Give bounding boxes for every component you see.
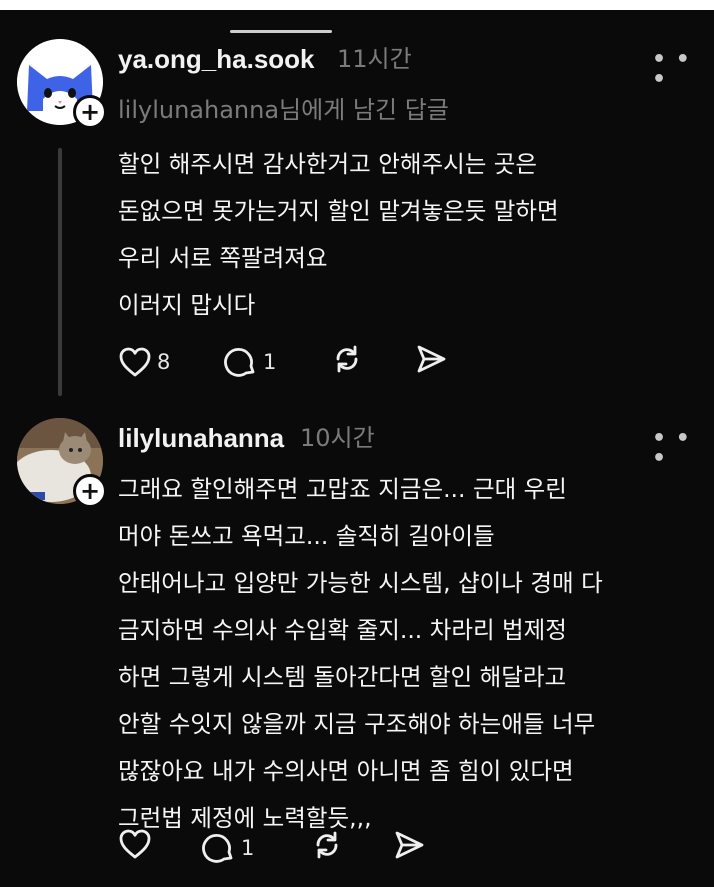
- share-button[interactable]: [392, 828, 426, 862]
- comment-count: 1: [263, 350, 277, 374]
- share-button[interactable]: [414, 342, 448, 376]
- follow-plus-icon[interactable]: +: [73, 95, 107, 129]
- repost-button[interactable]: [310, 828, 344, 862]
- username[interactable]: ya.ong_ha.sook: [118, 42, 315, 76]
- text-line: 돈없으면 못가는거지 할인 맡겨놓은듯 말하면: [118, 197, 559, 225]
- text-line: 하면 그렇게 시스템 돌아간다면 할인 해달라고: [118, 663, 567, 691]
- text-line: 우리 서로 쪽팔려져요: [118, 244, 328, 272]
- text-line: 할인 해주시면 감사한거고 안해주시는 곳은: [118, 150, 538, 178]
- like-button[interactable]: 8: [118, 342, 170, 382]
- timestamp: 11시간: [337, 45, 412, 73]
- text-line: 안할 수잇지 않을까 지금 구조해야 하는애들 너무: [118, 710, 596, 738]
- heart-icon: [119, 347, 151, 377]
- username[interactable]: lilylunahanna: [118, 421, 284, 455]
- comment-count: 1: [241, 836, 255, 860]
- repost-icon: [336, 345, 358, 373]
- repost-icon: [316, 831, 338, 859]
- reply-body: 그래요 할인해주면 고맙죠 지금은... 근대 우린 머야 돈쓰고 욕먹고...…: [118, 466, 603, 842]
- text-line: 안태어나고 입양만 가능한 시스템, 샵이나 경매 다: [118, 569, 603, 597]
- text-line: 이러지 맙시다: [118, 291, 256, 319]
- text-line: 머야 돈쓰고 욕먹고... 솔직히 길아이들: [118, 522, 495, 550]
- text-line: 금지하면 수의사 수입확 줄지... 차라리 법제정: [118, 616, 567, 644]
- reply-to-label: lilylunahanna님에게 남긴 답글: [118, 96, 449, 124]
- more-icon[interactable]: • • •: [652, 49, 714, 91]
- comment-button[interactable]: 1: [224, 342, 276, 382]
- heart-icon: [119, 829, 151, 859]
- send-icon: [395, 831, 424, 859]
- text-line: 그래요 할인해주면 고맙죠 지금은... 근대 우린: [118, 475, 567, 503]
- text-line: 그런법 제정에 노력할듯,,,: [118, 804, 372, 832]
- thread-line: [58, 148, 62, 396]
- reply-body: 할인 해주시면 감사한거고 안해주시는 곳은 돈없으면 못가는거지 할인 맡겨놓…: [118, 141, 559, 329]
- send-icon: [417, 345, 446, 373]
- drag-handle[interactable]: [230, 30, 332, 33]
- like-button[interactable]: [118, 828, 152, 860]
- more-icon[interactable]: • • •: [652, 428, 714, 470]
- repost-button[interactable]: [330, 342, 364, 376]
- speech-bubble-icon: [202, 833, 233, 863]
- like-count: 8: [157, 350, 171, 374]
- top-edge: [0, 0, 714, 10]
- speech-bubble-icon: [224, 347, 255, 377]
- text-line: 많잖아요 내가 수의사면 아니면 좀 힘이 있다면: [118, 757, 574, 785]
- timestamp: 10시간: [300, 424, 375, 452]
- follow-plus-icon[interactable]: +: [73, 474, 107, 508]
- comment-button[interactable]: 1: [202, 828, 254, 868]
